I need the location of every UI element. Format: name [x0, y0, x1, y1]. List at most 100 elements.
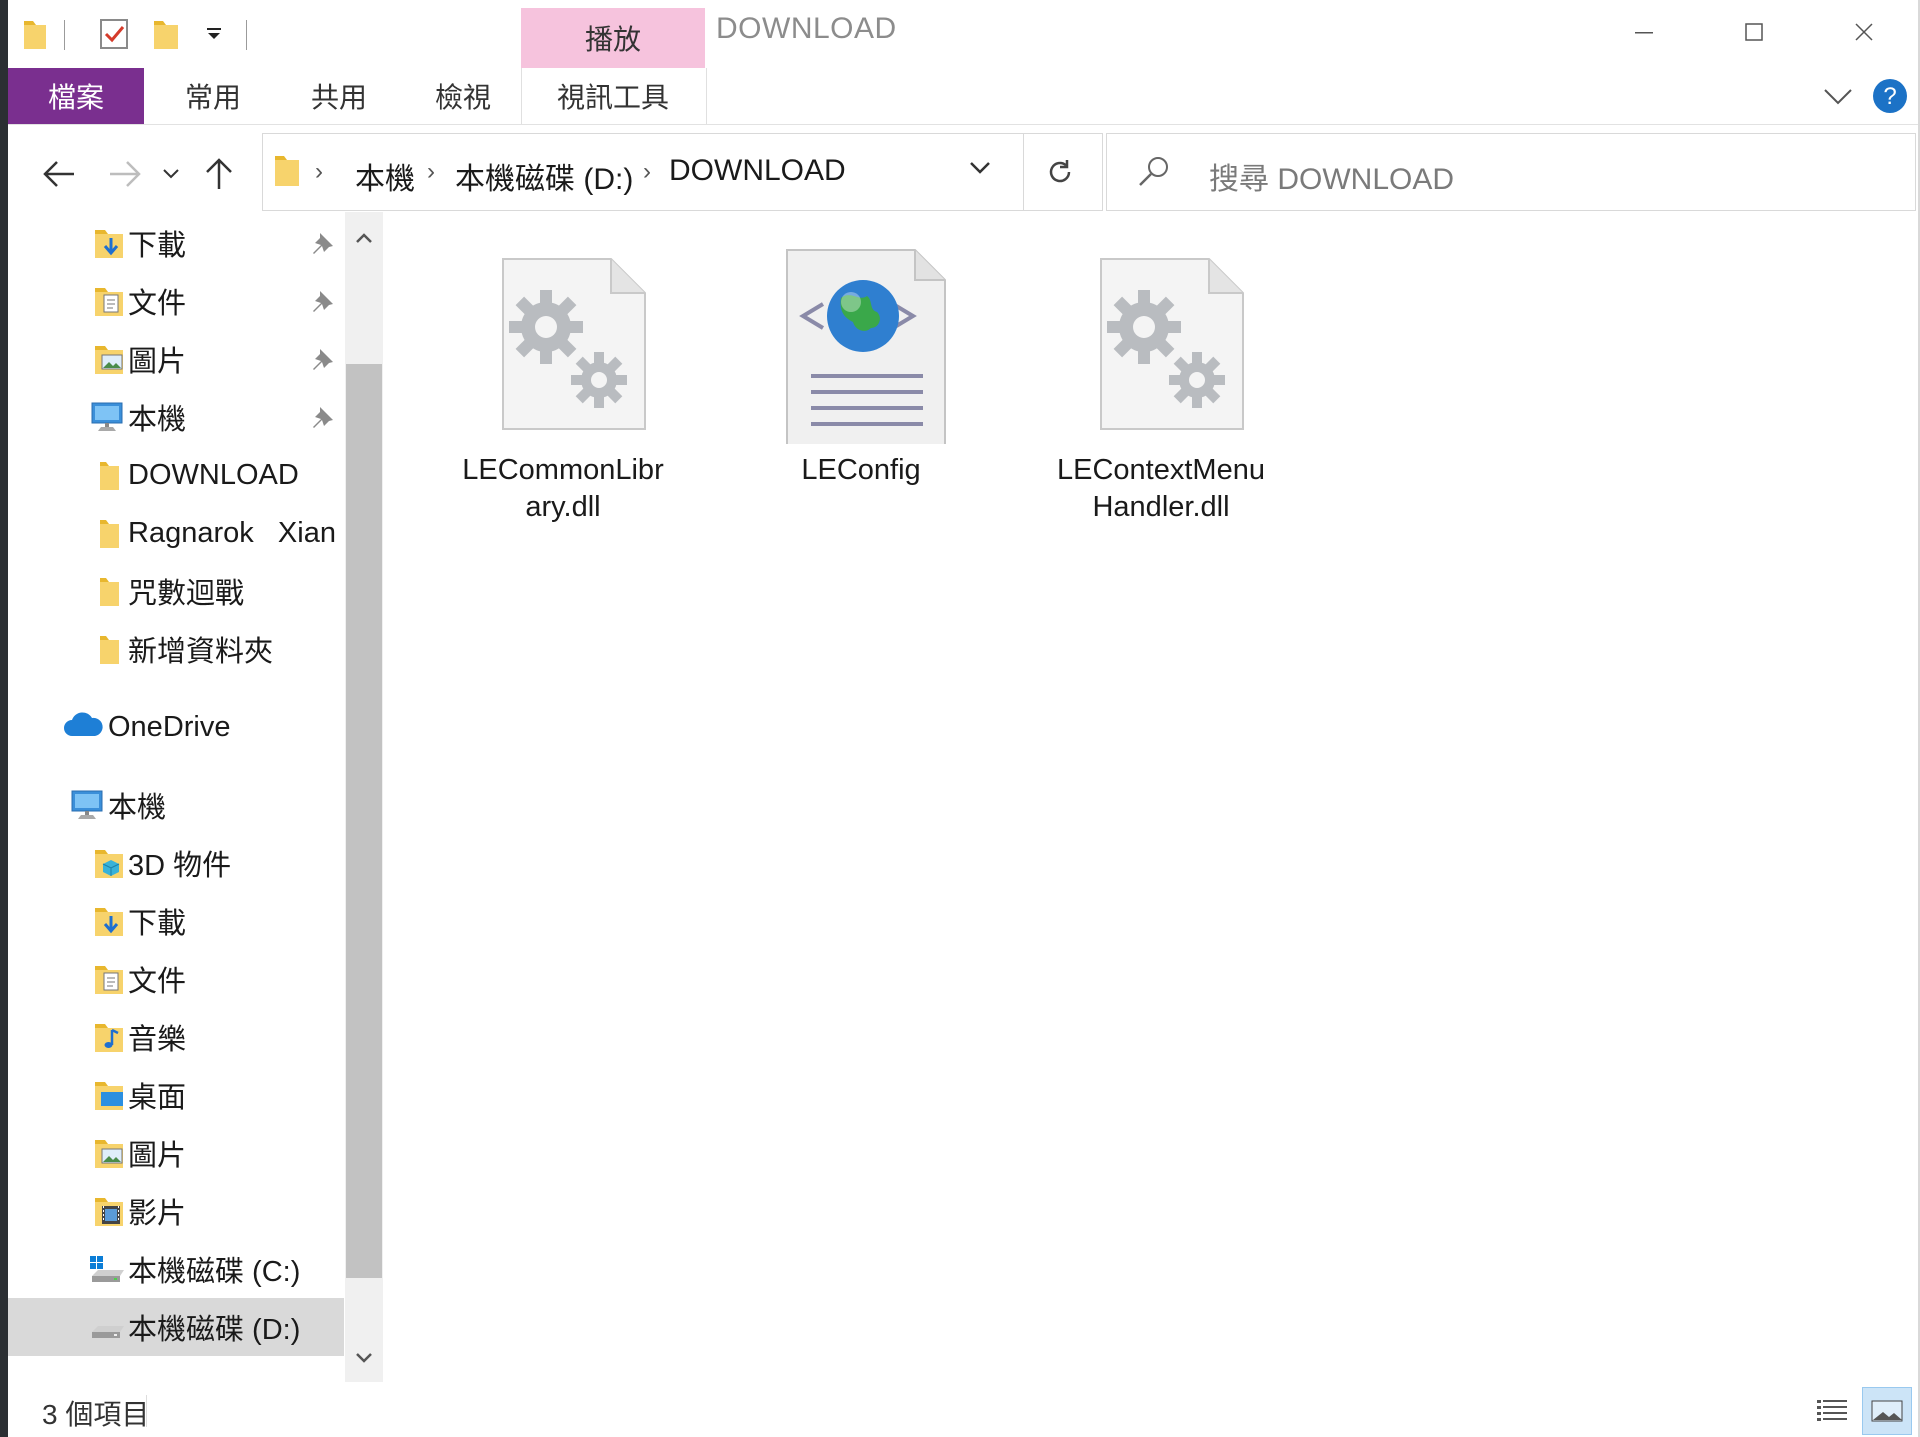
3d-objects-folder-icon	[92, 846, 126, 880]
item-count: 3 個項目	[42, 1399, 150, 1430]
tab-view[interactable]: 檢視	[408, 68, 518, 124]
title-bar: 播放 DOWNLOAD	[8, 0, 1918, 68]
file-explorer-window: 播放 DOWNLOAD 檔案 常用 共用 檢視 視訊工具 ? › 本機 › 本機…	[8, 0, 1920, 1437]
nav-item-jujutsu-kaisen[interactable]: 咒數迴戰	[8, 562, 344, 620]
nav-item-pictures-pc[interactable]: 圖片	[8, 1124, 344, 1182]
nav-item-music[interactable]: 音樂	[8, 1008, 344, 1066]
nav-item-drive-c[interactable]: 本機磁碟 (C:)	[8, 1240, 344, 1298]
pin-icon[interactable]	[310, 230, 336, 261]
onedrive-cloud-icon	[62, 710, 104, 744]
file-name: LEConfig	[746, 452, 976, 489]
tab-video-tools[interactable]: 視訊工具	[521, 68, 705, 124]
recent-locations-button[interactable]	[156, 149, 186, 199]
nav-item-pictures[interactable]: 圖片	[8, 330, 344, 388]
drive-icon	[86, 1310, 126, 1344]
nav-pane-scrollbar[interactable]	[345, 212, 383, 1382]
address-history-dropdown[interactable]	[969, 160, 991, 181]
maximize-button[interactable]	[1700, 8, 1808, 56]
nav-item-label: 本機磁碟 (D:)	[128, 1314, 301, 1346]
file-name-line: ary.dll	[525, 491, 601, 523]
nav-item-this-pc-pinned[interactable]: 本機	[8, 388, 344, 446]
properties-icon[interactable]	[98, 14, 130, 54]
nav-item-label: 本機磁碟 (C:)	[128, 1256, 301, 1288]
ribbon-tabs: 檔案 常用 共用 檢視 視訊工具 ?	[8, 68, 1918, 125]
pin-icon[interactable]	[310, 404, 336, 435]
nav-item-new-folder[interactable]: 新增資料夾	[8, 620, 344, 678]
downloads-folder-icon	[92, 226, 126, 260]
navigation-pane: 下載 文件 圖片 本機 DOWNLOAD Ragnarok Xian 咒數迴戰 …	[8, 212, 344, 1382]
address-bar[interactable]: › 本機 › 本機磁碟 (D:) › DOWNLOAD	[262, 133, 1024, 211]
breadcrumb-separator: ›	[643, 158, 651, 185]
svg-text:?: ?	[1883, 83, 1896, 110]
nav-item-label: 圖片	[128, 346, 187, 378]
pin-icon[interactable]	[310, 288, 336, 319]
tab-file[interactable]: 檔案	[8, 68, 144, 124]
dll-gear-file-icon	[473, 244, 653, 444]
status-separator	[146, 1395, 147, 1427]
minimize-button[interactable]	[1590, 8, 1698, 56]
breadcrumb-drive-d[interactable]: 本機磁碟 (D:)	[455, 154, 633, 198]
details-view-button[interactable]	[1808, 1387, 1856, 1433]
file-item[interactable]: LEContextMenu Handler.dll	[1046, 244, 1276, 526]
scroll-up-icon[interactable]	[345, 218, 383, 258]
nav-item-drive-d[interactable]: 本機磁碟 (D:)	[8, 1298, 344, 1356]
breadcrumb-download[interactable]: DOWNLOAD	[669, 154, 846, 188]
nav-item-desktop[interactable]: 桌面	[8, 1066, 344, 1124]
nav-item-downloads-pc[interactable]: 下載	[8, 892, 344, 950]
tab-share[interactable]: 共用	[284, 68, 394, 124]
ribbon-expand-icon[interactable]	[1822, 80, 1854, 117]
nav-item-3d-objects[interactable]: 3D 物件	[8, 834, 344, 892]
nav-item-onedrive[interactable]: OneDrive	[8, 698, 344, 756]
nav-item-label: 3D 物件	[128, 850, 232, 882]
nav-item-this-pc[interactable]: 本機	[8, 776, 344, 834]
file-name-line: LEContextMenu	[1057, 454, 1265, 486]
folder-icon	[92, 516, 126, 550]
nav-item-label: Ragnarok Xian	[128, 516, 336, 549]
file-name-line: Handler.dll	[1092, 491, 1230, 523]
pin-icon[interactable]	[310, 346, 336, 377]
windows-drive-icon	[86, 1252, 126, 1286]
file-item[interactable]: LECommonLibr ary.dll	[448, 244, 678, 526]
breadcrumb-separator: ›	[315, 158, 323, 185]
nav-item-documents[interactable]: 文件	[8, 272, 344, 330]
file-name: LECommonLibr ary.dll	[448, 452, 678, 526]
documents-folder-icon	[92, 962, 126, 996]
large-icons-view-button[interactable]	[1862, 1387, 1912, 1435]
nav-item-label: 下載	[128, 230, 187, 262]
nav-item-label: 咒數迴戰	[128, 578, 245, 610]
close-button[interactable]	[1810, 8, 1918, 56]
status-bar: 3 個項目	[8, 1385, 1918, 1437]
nav-item-ragnarok-xian[interactable]: Ragnarok Xian	[8, 504, 344, 562]
forward-button[interactable]	[100, 149, 150, 199]
xml-config-file-icon	[771, 236, 951, 459]
up-button[interactable]	[194, 149, 244, 199]
nav-item-label: DOWNLOAD	[128, 458, 299, 491]
refresh-button[interactable]	[1018, 133, 1103, 211]
scroll-thumb[interactable]	[346, 364, 382, 1278]
nav-item-label: 圖片	[128, 1140, 187, 1172]
search-box[interactable]: 搜尋 DOWNLOAD	[1106, 133, 1916, 211]
file-item[interactable]: LEConfig	[746, 236, 976, 489]
computer-icon	[88, 400, 123, 434]
scroll-down-icon[interactable]	[345, 1338, 383, 1378]
help-icon[interactable]: ?	[1872, 78, 1908, 119]
music-folder-icon	[92, 1020, 126, 1054]
nav-item-label: 新增資料夾	[128, 636, 274, 668]
breadcrumb-this-pc[interactable]: 本機	[355, 154, 415, 198]
back-button[interactable]	[34, 149, 84, 199]
qat-folder-icon[interactable]	[22, 14, 48, 54]
qat-dropdown-icon[interactable]	[204, 14, 224, 54]
nav-item-downloads[interactable]: 下載	[8, 214, 344, 272]
qat-separator	[64, 20, 65, 50]
tab-home[interactable]: 常用	[158, 68, 268, 124]
nav-item-label: 文件	[128, 966, 187, 998]
nav-item-label: 音樂	[128, 1024, 187, 1056]
nav-item-download-folder[interactable]: DOWNLOAD	[8, 446, 344, 504]
new-folder-icon[interactable]	[152, 14, 180, 54]
address-folder-icon	[273, 152, 301, 193]
nav-item-label: 文件	[128, 288, 187, 320]
nav-item-documents-pc[interactable]: 文件	[8, 950, 344, 1008]
nav-item-videos[interactable]: 影片	[8, 1182, 344, 1240]
context-tab-header: 播放	[521, 8, 705, 68]
computer-icon	[68, 788, 106, 822]
